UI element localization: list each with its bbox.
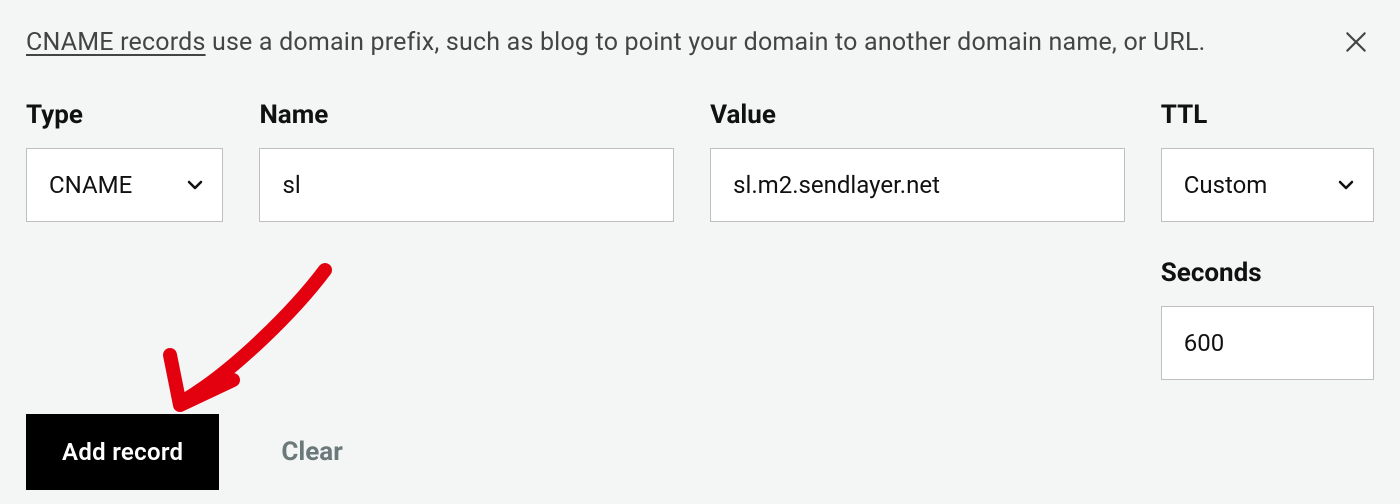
ttl-column: TTL Custom Seconds [1161,100,1374,380]
clear-button[interactable]: Clear [281,437,342,467]
type-select[interactable]: CNAME [26,148,223,222]
record-form-row: Type CNAME Name Value TTL Custom [26,100,1374,380]
ttl-field: Custom [1161,148,1374,222]
seconds-input[interactable] [1161,306,1374,380]
name-input[interactable] [259,148,674,222]
seconds-field [1161,306,1374,380]
name-label: Name [259,100,674,130]
ttl-select[interactable]: Custom [1161,148,1374,222]
add-record-button[interactable]: Add record [26,414,219,490]
value-label: Value [710,100,1125,130]
name-field [259,148,674,222]
form-actions: Add record Clear [26,414,343,490]
info-text: CNAME records use a domain prefix, such … [26,28,1205,57]
type-field: CNAME [26,148,223,222]
value-field [710,148,1125,222]
type-label: Type [26,100,223,130]
value-column: Value [710,100,1125,222]
cname-records-link[interactable]: CNAME records [26,28,206,57]
seconds-label: Seconds [1161,258,1374,288]
value-input[interactable] [710,148,1125,222]
info-description: use a domain prefix, such as blog to poi… [206,28,1206,57]
info-bar: CNAME records use a domain prefix, such … [26,24,1374,60]
type-column: Type CNAME [26,100,223,222]
ttl-label: TTL [1161,100,1374,130]
close-icon[interactable] [1338,24,1374,60]
name-column: Name [259,100,674,222]
seconds-block: Seconds [1161,258,1374,380]
